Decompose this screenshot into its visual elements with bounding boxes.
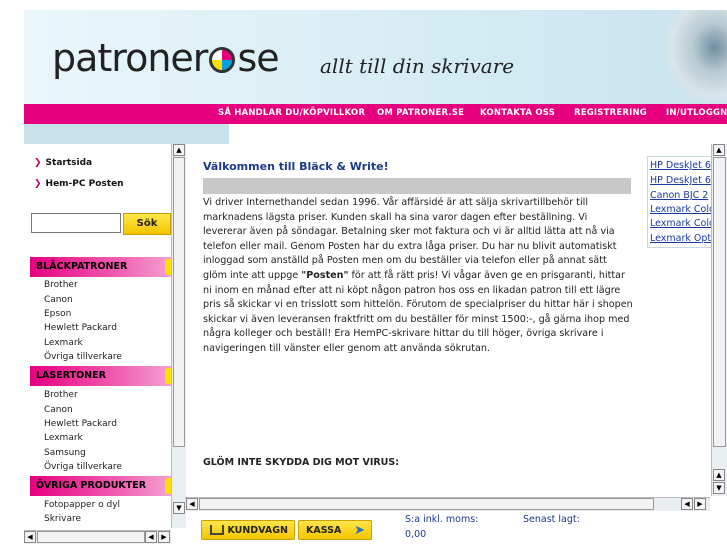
intro-text: Vi driver Internethandel sedan 1996. Vår… <box>203 197 633 354</box>
logo-target-icon <box>209 47 236 73</box>
main-content: Välkommen till Bläck & Write! Vi driver … <box>187 144 645 496</box>
subitem-ink-brother[interactable]: Brother <box>44 280 78 290</box>
nav-how-to-shop[interactable]: SÅ HANDLAR DU/KÖPVILLKOR <box>218 108 365 118</box>
arrow-right-icon: ❯ <box>34 158 42 168</box>
subitem-ink-other[interactable]: Övriga tillverkare <box>44 352 122 362</box>
subitem-ink-epson[interactable]: Epson <box>44 309 71 319</box>
eye-image <box>664 10 727 104</box>
sidebar-horizontal-scrollbar[interactable]: ◀ ◀ ▶ <box>24 530 171 544</box>
quicklink-home[interactable]: ❯ Startsida <box>34 158 92 168</box>
nav-login-logout[interactable]: IN/UTLOGGNING <box>666 108 727 118</box>
scroll-left-icon[interactable]: ◀ <box>186 498 198 510</box>
main-vertical-scrollbar[interactable]: ▲ ▲ ▼ <box>711 144 727 496</box>
subitem-toner-lexmark[interactable]: Lexmark <box>44 433 83 443</box>
checkout-button[interactable]: KASSA ➤ <box>298 520 372 540</box>
subitem-toner-hp[interactable]: Hewlett Packard <box>44 419 117 429</box>
cart-button[interactable]: KUNDVAGN <box>201 520 295 540</box>
scroll-up-icon[interactable]: ▲ <box>173 144 185 156</box>
subitem-photo-paper[interactable]: Fotopapper o dyl <box>44 500 120 510</box>
quicklink-hempc-posten[interactable]: ❯ Hem-PC Posten <box>34 179 124 189</box>
last-added-label: Senast lagt: <box>523 514 580 525</box>
scrollbar-thumb[interactable] <box>173 157 185 447</box>
search-input[interactable] <box>31 213 121 233</box>
scrollbar-thumb[interactable] <box>199 498 654 510</box>
search-button[interactable]: Sök <box>123 213 171 235</box>
nav-about[interactable]: OM PATRONER.SE <box>377 108 464 118</box>
scroll-down-icon[interactable]: ▼ <box>713 482 725 494</box>
main-horizontal-scrollbar[interactable]: ◀ ◀ ▶ <box>185 497 710 511</box>
scroll-up-icon[interactable]: ▲ <box>713 144 725 156</box>
scroll-right-icon[interactable]: ▶ <box>158 531 170 543</box>
subitem-toner-brother[interactable]: Brother <box>44 390 78 400</box>
subitem-toner-other[interactable]: Övriga tillverkare <box>44 462 122 472</box>
scrollbar-thumb[interactable] <box>37 531 145 543</box>
scroll-left-icon[interactable]: ◀ <box>145 531 157 543</box>
virus-heading: GLÖM INTE SKYDDA DIG MOT VIRUS: <box>203 457 400 468</box>
header-banner: patroner se allt till din skrivare <box>24 10 727 104</box>
printer-link[interactable]: Canon BJC 2 <box>650 190 708 201</box>
site-logo[interactable]: patroner se <box>52 36 280 80</box>
subitem-printers[interactable]: Skrivare <box>44 514 81 524</box>
subitem-ink-canon[interactable]: Canon <box>44 295 73 305</box>
sidebar: ❯ Startsida ❯ Hem-PC Posten Sök BLÄCKPATRO… <box>24 144 171 514</box>
total-value: 0,00 <box>405 529 427 540</box>
top-navigation: SÅ HANDLAR DU/KÖPVILLKOR OM PATRONER.SE … <box>24 104 727 124</box>
scrollbar-thumb[interactable] <box>713 157 726 447</box>
subitem-toner-samsung[interactable]: Samsung <box>44 448 86 458</box>
category-other-products[interactable]: ÖVRIGA PRODUKTER <box>30 476 171 496</box>
nav-registration[interactable]: REGISTRERING <box>574 108 647 118</box>
printer-link[interactable]: Lexmark Colo <box>650 218 714 229</box>
sub-bar <box>24 124 229 144</box>
category-laser-toner[interactable]: LASERTONER <box>30 366 171 386</box>
category-ink-cartridges[interactable]: BLÄCKPATRONER <box>30 257 171 277</box>
scroll-left-icon[interactable]: ◀ <box>24 531 36 543</box>
scroll-up-icon[interactable]: ▲ <box>713 469 725 481</box>
subitem-ink-lexmark[interactable]: Lexmark <box>44 338 83 348</box>
welcome-title: Välkommen till Bläck & Write! <box>203 160 389 173</box>
scroll-down-icon[interactable]: ▼ <box>173 502 185 514</box>
gray-divider-bar <box>203 178 631 194</box>
printer-link[interactable]: Lexmark Colo <box>650 204 714 215</box>
nav-contact[interactable]: KONTAKTA OSS <box>480 108 555 118</box>
site-tagline: allt till din skrivare <box>320 54 515 78</box>
printer-link[interactable]: HP DeskJet 6 <box>650 175 711 186</box>
scroll-right-icon[interactable]: ▶ <box>694 498 706 510</box>
arrow-icon: ➤ <box>354 523 365 538</box>
printer-list: HP DeskJet 6 HP DeskJet 6 Canon BJC 2 Le… <box>647 156 715 248</box>
scroll-left-icon[interactable]: ◀ <box>681 498 693 510</box>
arrow-right-icon: ❯ <box>34 179 42 189</box>
sidebar-vertical-scrollbar[interactable]: ▲ ▼ <box>171 144 186 528</box>
subitem-ink-hp[interactable]: Hewlett Packard <box>44 323 117 333</box>
subitem-toner-canon[interactable]: Canon <box>44 405 73 415</box>
total-label: S:a inkl. moms: <box>405 514 479 525</box>
shopping-cart-icon <box>210 525 224 535</box>
printer-link[interactable]: HP DeskJet 6 <box>650 160 711 171</box>
printer-link[interactable]: Lexmark Optr <box>650 233 714 244</box>
